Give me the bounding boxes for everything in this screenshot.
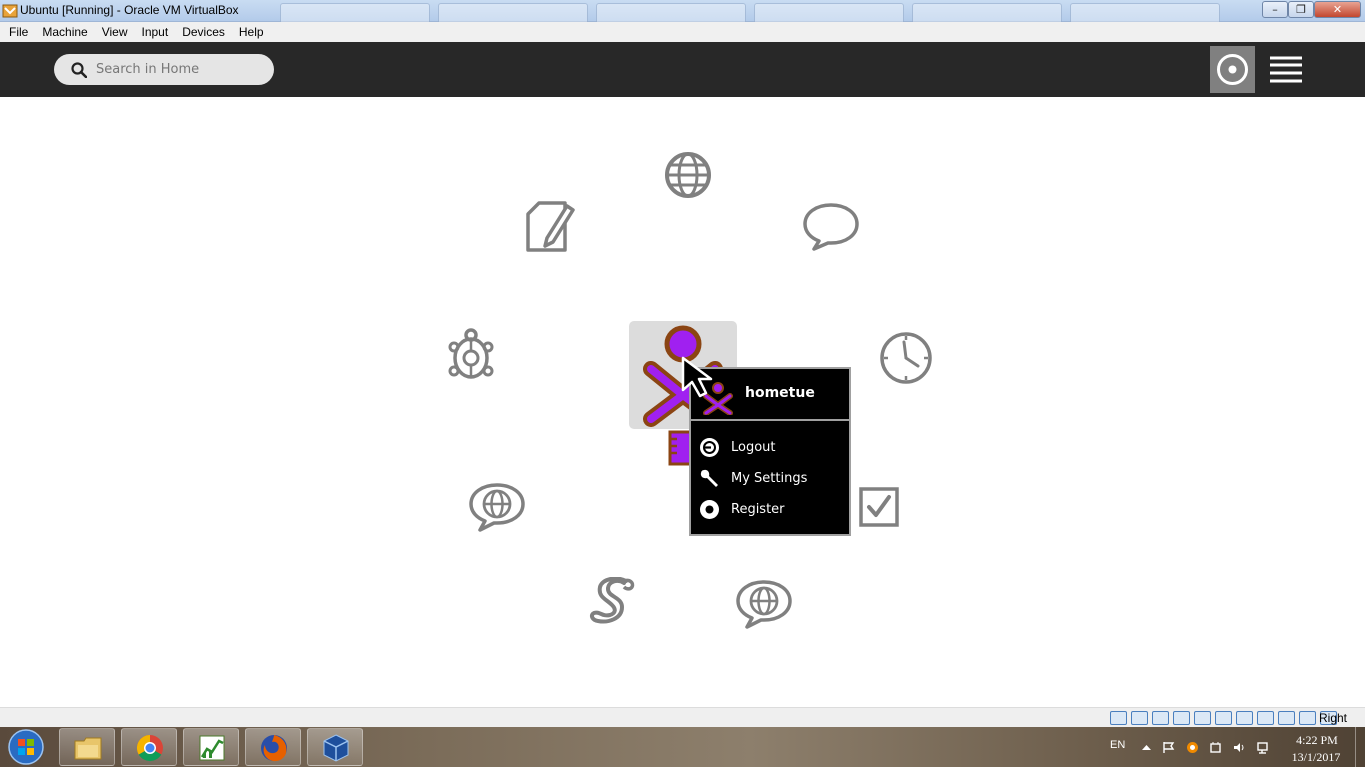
ring-view-button[interactable]	[1210, 46, 1255, 93]
palette-item-label: Register	[731, 501, 785, 517]
action-center-flag-icon[interactable]	[1162, 741, 1175, 754]
start-button-icon[interactable]	[4, 728, 48, 766]
vm-status-bar: Right Ctrl	[0, 707, 1365, 739]
mouse-cursor-icon	[681, 356, 713, 398]
list-view-button[interactable]	[1266, 46, 1304, 93]
virtualbox-app-icon	[2, 4, 18, 18]
sugar-toolbar	[0, 42, 1365, 97]
show-desktop-button[interactable]	[1355, 727, 1365, 767]
menu-view[interactable]: View	[95, 25, 135, 39]
search-icon	[71, 62, 87, 78]
menu-machine[interactable]: Machine	[35, 25, 94, 39]
optical-drive-status-icon[interactable]	[1131, 711, 1148, 725]
logout-icon	[700, 437, 719, 457]
window-title: Ubuntu [Running] - Oracle VM VirtualBox	[20, 3, 239, 17]
window-titlebar: Ubuntu [Running] - Oracle VM VirtualBox …	[0, 0, 1365, 22]
hard-disk-status-icon[interactable]	[1110, 711, 1127, 725]
palette-item-my-settings[interactable]: My Settings	[699, 464, 847, 492]
menu-help[interactable]: Help	[232, 25, 271, 39]
taskbar-chrome-button[interactable]	[121, 728, 177, 766]
volume-icon[interactable]	[1233, 741, 1246, 754]
web-browse-activity-icon[interactable]	[663, 150, 713, 200]
virtualbox-icon	[323, 734, 349, 762]
palette-item-label: My Settings	[731, 470, 808, 486]
mouse-integration-status-icon[interactable]	[1299, 711, 1316, 725]
show-hidden-icons-icon[interactable]	[1140, 741, 1153, 754]
palette-item-register[interactable]: Register	[699, 495, 847, 523]
minimize-button[interactable]: –	[1262, 1, 1288, 18]
register-icon	[700, 499, 719, 519]
folder-icon	[74, 737, 102, 760]
virtualization-status-icon[interactable]	[1278, 711, 1295, 725]
avast-icon[interactable]	[1186, 741, 1199, 754]
palette-username: hometue	[745, 385, 815, 401]
background-browser-tabs	[280, 3, 1220, 22]
search-box[interactable]	[54, 54, 274, 85]
web-chat-2-activity-icon[interactable]	[735, 579, 793, 631]
web-chat-activity-icon[interactable]	[468, 482, 526, 534]
audio-status-icon[interactable]	[1152, 711, 1169, 725]
chrome-icon	[136, 734, 163, 762]
firefox-icon	[261, 735, 287, 762]
safely-remove-hardware-icon[interactable]	[1209, 741, 1222, 754]
python-snake-activity-icon[interactable]	[586, 577, 638, 631]
vm-status-icons	[1110, 711, 1337, 725]
wrench-icon	[700, 469, 718, 487]
menu-bar: File Machine View Input Devices Help	[0, 22, 1365, 42]
video-capture-status-icon[interactable]	[1257, 711, 1274, 725]
clock-activity-icon[interactable]	[878, 330, 934, 386]
language-indicator[interactable]: EN	[1110, 739, 1125, 751]
taskbar-firefox-button[interactable]	[245, 728, 301, 766]
maximize-button[interactable]: ❐	[1288, 1, 1314, 18]
palette-item-logout[interactable]: Logout	[699, 433, 847, 461]
search-input[interactable]	[96, 59, 266, 80]
system-tray: EN 4:22 PM 13/1/2017	[1100, 727, 1365, 767]
checkbox-activity-icon[interactable]	[858, 486, 900, 528]
clock-time[interactable]: 4:22 PM	[1292, 733, 1342, 748]
windows-taskbar: EN 4:22 PM 13/1/2017	[0, 727, 1365, 767]
display-status-icon[interactable]	[1236, 711, 1253, 725]
taskbar-virtualbox-button[interactable]	[307, 728, 363, 766]
list-view-icon	[1270, 56, 1302, 83]
network-status-icon[interactable]	[1173, 711, 1190, 725]
close-button[interactable]: ✕	[1314, 1, 1361, 18]
taskbar-rstudio-button[interactable]	[183, 728, 239, 766]
taskbar-explorer-button[interactable]	[59, 728, 115, 766]
palette-separator	[691, 419, 849, 421]
shared-folders-status-icon[interactable]	[1215, 711, 1232, 725]
clock-date[interactable]: 13/1/2017	[1285, 750, 1347, 765]
chart-app-icon	[199, 735, 225, 761]
network-icon[interactable]	[1257, 741, 1270, 754]
chat-activity-icon[interactable]	[802, 202, 860, 252]
menu-file[interactable]: File	[2, 25, 35, 39]
turtle-art-activity-icon[interactable]	[447, 327, 495, 385]
menu-input[interactable]: Input	[135, 25, 176, 39]
write-activity-icon[interactable]	[523, 200, 577, 254]
ring-view-icon	[1217, 54, 1248, 85]
usb-status-icon[interactable]	[1194, 711, 1211, 725]
menu-devices[interactable]: Devices	[175, 25, 232, 39]
palette-item-label: Logout	[731, 439, 776, 455]
